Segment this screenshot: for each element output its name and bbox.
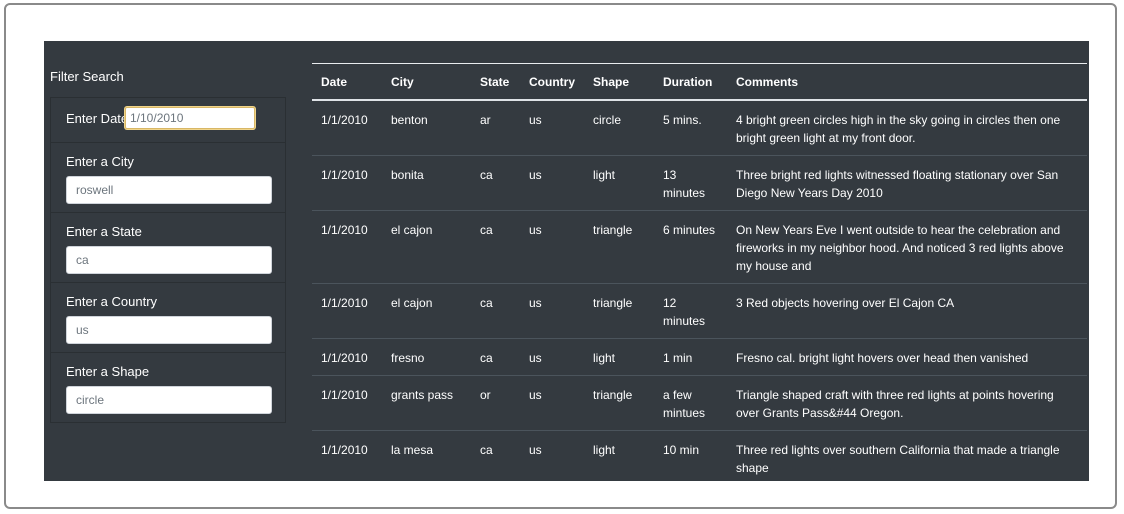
cell-date: 1/1/2010: [312, 210, 382, 284]
cell-shape: light: [584, 338, 654, 376]
filter-item-state: Enter a State: [51, 213, 285, 283]
cell-city: el cajon: [382, 283, 471, 339]
table-row: 1/1/2010 la mesa ca us light 10 min Thre…: [312, 430, 1087, 481]
cell-shape: circle: [593, 113, 622, 127]
cell-shape: light: [584, 430, 654, 481]
ufo-table: Date City State Country Shape Duration C…: [312, 63, 1087, 481]
cell-comments: Three red lights over southern Californi…: [727, 430, 1087, 481]
cell-duration: 1 min: [654, 338, 727, 376]
browser-frame: Filter Search Enter Date Enter a City En…: [4, 3, 1117, 509]
cell-country: us: [520, 283, 584, 339]
cell-state: ar: [480, 113, 491, 127]
content-panel: Filter Search Enter Date Enter a City En…: [44, 41, 1089, 481]
cell-comments: 4 bright green circles high in the sky g…: [736, 113, 1061, 145]
cell-comments: Fresno cal. bright light hovers over hea…: [727, 338, 1087, 376]
table-row: 1/1/2010 bonita ca us light 13 minutes T…: [312, 155, 1087, 211]
table-row: 1/1/2010 el cajon ca us triangle 6 minut…: [312, 210, 1087, 284]
cell-date: 1/1/2010: [321, 113, 368, 127]
cell-country: us: [520, 338, 584, 376]
filter-list: Enter Date Enter a City Enter a State En…: [50, 97, 286, 423]
cell-date: 1/1/2010: [312, 283, 382, 339]
city-label: Enter a City: [66, 154, 134, 169]
shape-label: Enter a Shape: [66, 364, 150, 379]
cell-state: ca: [471, 155, 520, 211]
date-label: Enter Date: [66, 111, 129, 126]
table-row: 1/1/2010 el cajon ca us triangle 12 minu…: [312, 283, 1087, 339]
cell-duration: 6 minutes: [654, 210, 727, 284]
state-label: Enter a State: [66, 224, 142, 239]
city-input[interactable]: [66, 176, 272, 204]
table-row: 1/1/2010 fresno ca us light 1 min Fresno…: [312, 338, 1087, 376]
date-input[interactable]: [125, 107, 255, 129]
cell-city: benton: [391, 113, 428, 127]
filter-title: Filter Search: [50, 69, 124, 84]
cell-state: ca: [471, 283, 520, 339]
cell-country: us: [520, 155, 584, 211]
country-label: Enter a Country: [66, 294, 158, 309]
cell-date: 1/1/2010: [312, 155, 382, 211]
filter-item-country: Enter a Country: [51, 283, 285, 353]
cell-state: ca: [471, 338, 520, 376]
cell-city: bonita: [382, 155, 471, 211]
header-comments: Comments: [727, 63, 1087, 101]
header-city: City: [382, 63, 471, 101]
cell-shape: triangle: [584, 283, 654, 339]
filter-item-shape: Enter a Shape: [51, 353, 285, 423]
state-input[interactable]: [66, 246, 272, 274]
table-body: 1/1/2010 benton ar us circle 5 mins. 4 b…: [312, 100, 1087, 481]
cell-date: 1/1/2010: [312, 430, 382, 481]
cell-state: ca: [471, 430, 520, 481]
header-country: Country: [520, 63, 584, 101]
cell-city: la mesa: [382, 430, 471, 481]
cell-comments: Three bright red lights witnessed floati…: [727, 155, 1087, 211]
shape-input[interactable]: [66, 386, 272, 414]
filter-item-city: Enter a City: [51, 143, 285, 213]
header-duration: Duration: [654, 63, 727, 101]
table-row: 1/1/2010 grants pass or us triangle a fe…: [312, 375, 1087, 431]
cell-shape: light: [584, 155, 654, 211]
header-row: Date City State Country Shape Duration C…: [312, 63, 1087, 101]
cell-duration: a few mintues: [654, 375, 727, 431]
cell-shape: triangle: [584, 210, 654, 284]
cell-shape: triangle: [584, 375, 654, 431]
filter-item-date: Enter Date: [51, 98, 285, 143]
header-date: Date: [312, 63, 382, 101]
table-row: 1/1/2010 benton ar us circle 5 mins. 4 b…: [312, 100, 1087, 156]
cell-date: 1/1/2010: [312, 375, 382, 431]
country-input[interactable]: [66, 316, 272, 344]
ufo-table-container: Date City State Country Shape Duration C…: [312, 63, 1087, 481]
table-header: Date City State Country Shape Duration C…: [312, 63, 1087, 101]
cell-country: us: [529, 113, 542, 127]
cell-comments: 3 Red objects hovering over El Cajon CA: [727, 283, 1087, 339]
cell-country: us: [520, 210, 584, 284]
cell-duration: 13 minutes: [654, 155, 727, 211]
cell-state: ca: [471, 210, 520, 284]
cell-comments: Triangle shaped craft with three red lig…: [727, 375, 1087, 431]
cell-city: el cajon: [382, 210, 471, 284]
cell-city: fresno: [382, 338, 471, 376]
cell-city: grants pass: [382, 375, 471, 431]
cell-duration: 12 minutes: [654, 283, 727, 339]
cell-state: or: [471, 375, 520, 431]
cell-duration: 5 mins.: [663, 113, 702, 127]
header-shape: Shape: [584, 63, 654, 101]
cell-date: 1/1/2010: [312, 338, 382, 376]
cell-country: us: [520, 375, 584, 431]
cell-comments: On New Years Eve I went outside to hear …: [727, 210, 1087, 284]
cell-duration: 10 min: [654, 430, 727, 481]
header-state: State: [471, 63, 520, 101]
cell-country: us: [520, 430, 584, 481]
